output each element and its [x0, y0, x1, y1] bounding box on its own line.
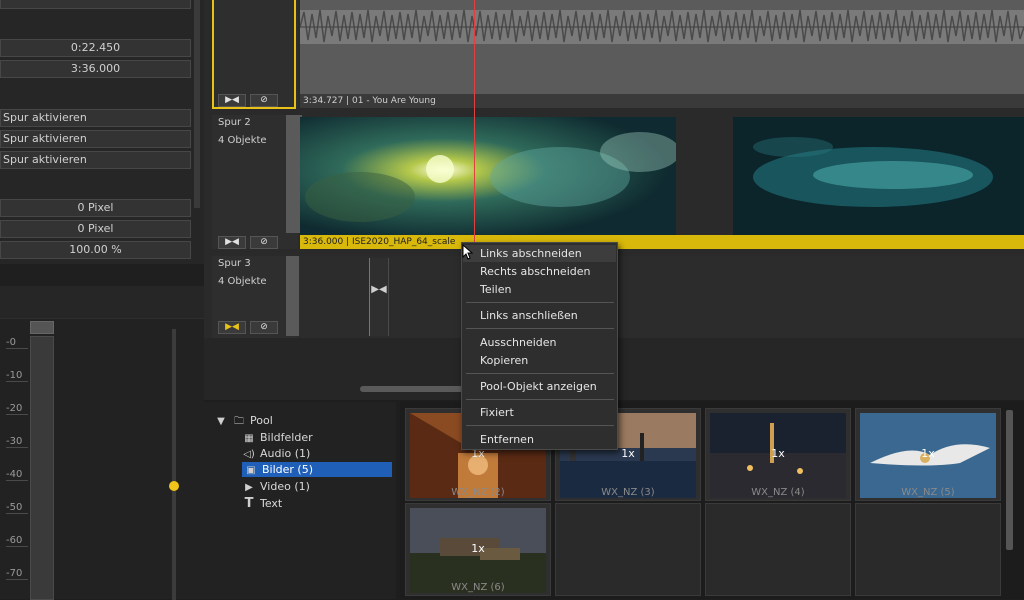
pool-root[interactable]: ▼ 🗀 Pool	[214, 413, 273, 428]
thumbnail-caption: WX_NZ (6)	[451, 582, 505, 593]
mouse-cursor-icon	[462, 244, 474, 260]
audio-meter-area: -0 -10 -20 -30 -40 -50 -60 -70	[0, 318, 204, 600]
circle-slash-icon[interactable]: ⊘	[250, 321, 278, 334]
folder-icon: 🗀	[234, 416, 244, 427]
speaker-icon: ◁)	[243, 449, 255, 460]
db-label: -20	[6, 403, 28, 415]
video-frame-image	[733, 117, 1024, 235]
pool-item-label: Video (1)	[260, 480, 310, 493]
menu-item-kopieren[interactable]: Kopieren	[463, 352, 616, 369]
video-frame-image	[300, 117, 676, 235]
properties-scrollbar[interactable]	[194, 0, 200, 208]
pool-item-bildfelder[interactable]: ▦ Bildfelder	[242, 430, 313, 445]
pool-item-label: Text	[260, 497, 283, 510]
menu-separator	[466, 302, 614, 303]
audio-clip-label: 3:34.727 | 01 - You Are Young	[300, 94, 1024, 108]
thumbnail-badge: 1x	[471, 542, 485, 555]
bowtie-icon[interactable]: ▶◀	[218, 321, 246, 334]
menu-separator	[466, 373, 614, 374]
pool-item-bilder[interactable]: ▣ Bilder (5)	[242, 462, 392, 477]
audio-clip[interactable]	[300, 0, 1024, 94]
track-header-2[interactable]: Spur 2 4 Objekte ▶◀ ⊘	[212, 115, 302, 249]
menu-separator	[466, 425, 614, 426]
empty-cell	[705, 503, 851, 596]
empty-cell	[555, 503, 701, 596]
menu-item-teilen[interactable]: Teilen	[463, 281, 616, 298]
empty-cell	[855, 503, 1001, 596]
thumbnail-caption: WX_NZ (2)	[451, 487, 505, 498]
video-clip-thumbnail-2[interactable]	[733, 117, 1024, 235]
db-label: -40	[6, 469, 28, 481]
pool-root-label: Pool	[250, 414, 273, 427]
property-field-track-enable-1[interactable]: Spur aktivieren	[0, 109, 191, 127]
video-clip-thumbnail-1[interactable]	[300, 117, 676, 235]
menu-separator	[466, 328, 614, 329]
circle-slash-icon[interactable]: ⊘	[250, 236, 278, 249]
db-label: -70	[6, 568, 28, 580]
waveform	[300, 0, 1024, 94]
track-lane-3[interactable]	[299, 256, 1024, 338]
menu-item-ausschneiden[interactable]: Ausschneiden	[463, 334, 616, 351]
pool-tree: ▼ 🗀 Pool ▦ Bildfelder ◁) Audio (1) ▣ Bilder (…	[204, 402, 396, 599]
level-meter	[30, 336, 54, 600]
menu-item-links-anschliessen[interactable]: Links anschließen	[463, 307, 616, 324]
grid-scrollbar[interactable]	[1006, 410, 1013, 550]
volume-fader-knob[interactable]	[169, 481, 179, 491]
pool-thumbnail[interactable]: 1x WX_NZ (4)	[705, 408, 851, 501]
panel-divider	[0, 264, 204, 286]
property-field-duration[interactable]: 3:36.000	[0, 60, 191, 78]
text-icon: T	[244, 496, 254, 511]
menu-item-rechts-abschneiden[interactable]: Rechts abschneiden	[463, 263, 616, 280]
db-label: -0	[6, 337, 28, 349]
property-field-track-enable-2[interactable]: Spur aktivieren	[0, 130, 191, 148]
menu-item-entfernen[interactable]: Entfernen	[463, 431, 616, 448]
track-name: Spur 2	[218, 117, 251, 128]
property-field-track-enable-3[interactable]: Spur aktivieren	[0, 151, 191, 169]
db-label: -10	[6, 370, 28, 382]
menu-item-fixiert[interactable]: Fixiert	[463, 404, 616, 421]
video-clip-label: 3:36.000 | ISE2020_HAP_64_scale	[300, 235, 1024, 249]
property-field-scale[interactable]: 100.00 %	[0, 241, 191, 259]
bowtie-icon[interactable]: ▶◀	[369, 258, 389, 336]
context-menu: Links abschneiden Rechts abschneiden Tei…	[461, 242, 618, 450]
pool-item-label: Bilder (5)	[262, 463, 314, 476]
menu-item-links-abschneiden[interactable]: Links abschneiden	[463, 245, 616, 262]
thumbnail-badge: 1x	[921, 447, 935, 460]
menu-separator	[466, 399, 614, 400]
pool-item-label: Bildfelder	[260, 431, 313, 444]
db-label: -50	[6, 502, 28, 514]
image-icon: ▣	[246, 465, 256, 476]
property-field-offset-y[interactable]: 0 Pixel	[0, 220, 191, 238]
grid-icon: ▦	[244, 433, 254, 444]
property-field-offset-x[interactable]: 0 Pixel	[0, 199, 191, 217]
pool-thumbnail[interactable]: 1x WX_NZ (5)	[855, 408, 1001, 501]
track-object-count: 4 Objekte	[218, 135, 267, 146]
property-field-start-time[interactable]: 0:22.450	[0, 39, 191, 57]
triangle-down-icon[interactable]: ▼	[214, 414, 228, 429]
pool-thumbnail[interactable]: 1x WX_NZ (6)	[405, 503, 551, 596]
pool-item-video[interactable]: ▶ Video (1)	[242, 479, 310, 494]
track-object-count: 4 Objekte	[218, 276, 267, 287]
property-field-top[interactable]	[0, 0, 191, 9]
playhead[interactable]	[474, 0, 475, 249]
track-header-3[interactable]: Spur 3 4 Objekte ▶◀ ⊘	[212, 256, 302, 338]
play-icon: ▶	[245, 482, 253, 493]
track-name: Spur 3	[218, 258, 251, 269]
volume-fader-track[interactable]	[172, 329, 176, 600]
meter-peak-indicator	[30, 321, 54, 334]
thumbnail-caption: WX_NZ (3)	[601, 487, 655, 498]
menu-item-pool-objekt-anzeigen[interactable]: Pool-Objekt anzeigen	[463, 378, 616, 395]
db-label: -60	[6, 535, 28, 547]
pool-item-audio[interactable]: ◁) Audio (1)	[242, 446, 310, 461]
thumbnail-caption: WX_NZ (5)	[901, 487, 955, 498]
properties-panel: 0:22.450 3:36.000 Spur aktivieren Spur a…	[0, 0, 204, 600]
db-label: -30	[6, 436, 28, 448]
pool-item-label: Audio (1)	[260, 447, 311, 460]
bowtie-icon[interactable]: ▶◀	[218, 236, 246, 249]
track-selection-outline	[212, 0, 296, 109]
timeline-horizontal-scrollbar[interactable]	[360, 386, 470, 392]
thumbnail-caption: WX_NZ (4)	[751, 487, 805, 498]
thumbnail-badge: 1x	[771, 447, 785, 460]
pool-item-text[interactable]: T Text	[242, 496, 283, 511]
